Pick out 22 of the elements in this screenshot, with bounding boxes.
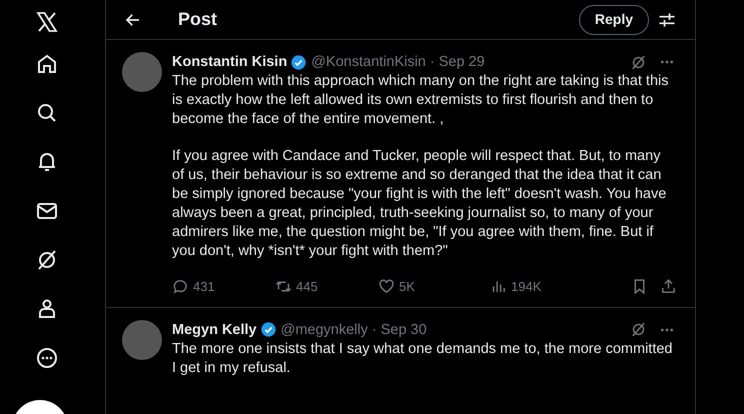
reply-button[interactable]: Reply [578, 4, 649, 34]
like-count: 5K [399, 278, 415, 296]
avatar[interactable] [122, 320, 162, 360]
post-text: The problem with this approach which many on the right are taking is that this is exactly how the left allowed its own extremists to first flourish and then to become the face of the entire movement. , [172, 72, 670, 129]
post-date[interactable]: · Sep 29 [430, 52, 485, 72]
avatar[interactable] [122, 52, 162, 92]
author-name[interactable]: Konstantin Kisin [172, 52, 288, 72]
repost-count: 445 [296, 278, 318, 296]
heart-icon[interactable] [378, 278, 395, 296]
author-handle[interactable]: @KonstantinKisin [311, 52, 426, 72]
author-name[interactable]: Megyn Kelly [172, 320, 257, 340]
more-circle-icon[interactable] [34, 346, 58, 370]
post-date[interactable]: · Sep 30 [372, 320, 427, 340]
page-title: Post [178, 8, 218, 31]
comment-icon[interactable] [172, 278, 189, 296]
post-text: The more one insists that I say what one demands me to, the more committed I get in my refusal. [172, 340, 674, 378]
share-icon[interactable] [660, 278, 677, 296]
view-count: 194K [511, 278, 542, 296]
reply-count: 431 [193, 278, 215, 296]
post-text: If you agree with Candace and Tucker, people will respect that. But, to many of us, their behaviour is so extreme and so deranged that the idea that it can be simply ignored because "your fight is with the left" doesn't wash. You have always been a great, principled, truth-seeking journalist so, to many of your admirers like me, the question might be, "If you agree with them, fine. But if you don't, why *isn't* your fight with them?" [172, 147, 668, 261]
x-logo-icon[interactable] [34, 10, 58, 34]
author-handle[interactable]: @megynkelly [280, 320, 368, 340]
